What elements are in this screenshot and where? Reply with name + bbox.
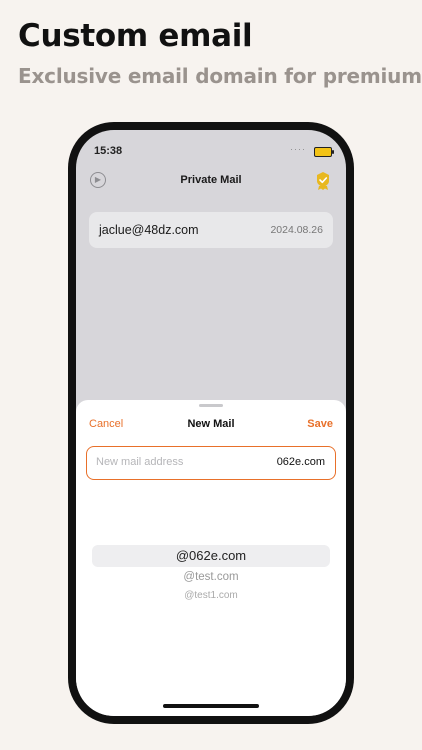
sheet-grabber[interactable] xyxy=(199,404,223,407)
save-button[interactable]: Save xyxy=(307,418,333,430)
sheet-title: New Mail xyxy=(187,418,235,430)
mail-address-field: 062e.com xyxy=(86,446,336,480)
signal-icon: ···· xyxy=(290,144,306,154)
home-indicator xyxy=(163,704,259,708)
premium-badge-icon[interactable] xyxy=(314,171,332,191)
mail-address: jaclue@48dz.com xyxy=(99,223,199,237)
picker-option[interactable]: @test.com xyxy=(92,571,330,583)
battery-charging-icon xyxy=(314,147,334,157)
picker-option[interactable]: @test1.com xyxy=(92,590,330,601)
input-domain-suffix: 062e.com xyxy=(276,456,325,468)
mail-date: 2024.08.26 xyxy=(270,224,323,236)
new-mail-sheet: Cancel New Mail Save 062e.com @062e.com … xyxy=(76,400,346,716)
mail-list-item[interactable]: jaclue@48dz.com 2024.08.26 xyxy=(89,212,333,248)
picker-option[interactable]: @062e.com xyxy=(92,548,330,563)
page-title: Private Mail xyxy=(180,174,242,186)
phone-screen: 15:38 ···· ▶ Private Mail jaclue@48dz.co… xyxy=(76,130,346,716)
promo-subheadline: Exclusive email domain for premium xyxy=(18,64,422,88)
promo-headline: Custom email xyxy=(18,18,253,54)
domain-picker[interactable]: @062e.com @test.com @test1.com xyxy=(92,545,330,625)
mail-address-input[interactable] xyxy=(96,456,246,468)
status-bar: 15:38 ···· xyxy=(76,130,346,162)
phone-frame: 15:38 ···· ▶ Private Mail jaclue@48dz.co… xyxy=(68,122,354,724)
status-time: 15:38 xyxy=(94,145,123,157)
navigation-bar: ▶ Private Mail xyxy=(76,168,346,196)
